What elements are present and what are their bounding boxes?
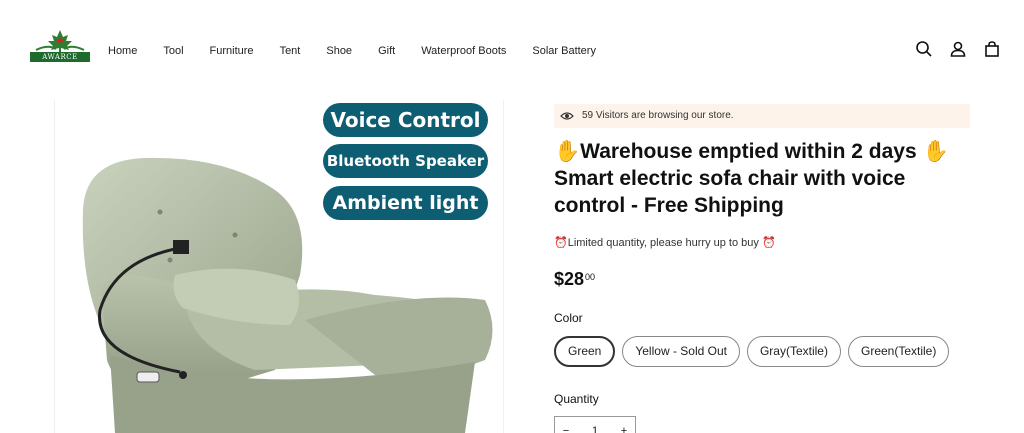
eye-icon xyxy=(560,112,574,120)
product-title-name: Smart electric sofa chair with voice con… xyxy=(554,167,906,217)
quantity-label: Quantity xyxy=(554,392,599,406)
search-icon[interactable] xyxy=(915,40,933,58)
alarm-clock-icon: ⏰ xyxy=(554,237,568,249)
header-actions xyxy=(915,40,1001,58)
logo-wordmark: AWARCE xyxy=(30,52,90,62)
nav-item-tent[interactable]: Tent xyxy=(280,44,301,58)
badge-bluetooth-speaker: Bluetooth Speaker xyxy=(323,144,488,178)
color-option-green-textile[interactable]: Green(Textile) xyxy=(847,336,950,367)
pointing-hand-icon: ✋ xyxy=(922,140,949,163)
quantity-decrease-button[interactable]: − xyxy=(555,417,577,433)
nav-item-waterproof-boots[interactable]: Waterproof Boots xyxy=(421,44,506,58)
product-title: ✋Warehouse emptied within 2 days ✋ Smart… xyxy=(554,138,974,219)
visitor-text: 59 Visitors are browsing our store. xyxy=(582,110,734,121)
maple-leaf-icon xyxy=(35,30,85,53)
quantity-stepper: − 1 + xyxy=(554,416,636,433)
badge-ambient-light: Ambient light xyxy=(323,186,488,220)
color-option-yellow[interactable]: Yellow - Sold Out xyxy=(622,336,740,367)
account-icon[interactable] xyxy=(949,40,967,58)
color-option-green[interactable]: Green xyxy=(554,336,616,367)
color-option-gray-textile[interactable]: Gray(Textile) xyxy=(746,336,841,367)
quantity-increase-button[interactable]: + xyxy=(613,417,635,433)
nav-item-shoe[interactable]: Shoe xyxy=(326,44,352,58)
alarm-clock-icon: ⏰ xyxy=(761,237,776,249)
price-main: $28 xyxy=(554,269,585,289)
price-cents: 00 xyxy=(585,272,596,282)
cart-icon[interactable] xyxy=(983,40,1001,58)
nav-item-gift[interactable]: Gift xyxy=(378,44,395,58)
nav-item-home[interactable]: Home xyxy=(108,44,137,58)
nav-item-furniture[interactable]: Furniture xyxy=(210,44,254,58)
brand-logo[interactable]: AWARCE xyxy=(30,28,90,64)
pointing-hand-icon: ✋ xyxy=(554,140,581,163)
product-image[interactable]: Voice Control Bluetooth Speaker Ambient … xyxy=(54,100,504,433)
visitor-counter: 59 Visitors are browsing our store. xyxy=(554,104,970,128)
badge-voice-control: Voice Control xyxy=(323,103,488,137)
quantity-input[interactable]: 1 xyxy=(577,417,613,433)
color-options: Green Yellow - Sold Out Gray(Textile) Gr… xyxy=(554,336,950,367)
main-nav: Home Tool Furniture Tent Shoe Gift Water… xyxy=(108,44,622,58)
product-title-promo: Warehouse emptied within 2 days xyxy=(580,140,917,163)
nav-item-solar-battery[interactable]: Solar Battery xyxy=(532,44,596,58)
limited-quantity-note: ⏰Limited quantity, please hurry up to bu… xyxy=(554,236,776,249)
limited-quantity-text: Limited quantity, please hurry up to buy xyxy=(567,237,759,249)
color-label: Color xyxy=(554,311,583,325)
site-header: AWARCE Home Tool Furniture Tent Shoe Gif… xyxy=(0,0,1024,100)
nav-item-tool[interactable]: Tool xyxy=(163,44,183,58)
product-price: $2800 xyxy=(554,269,595,290)
